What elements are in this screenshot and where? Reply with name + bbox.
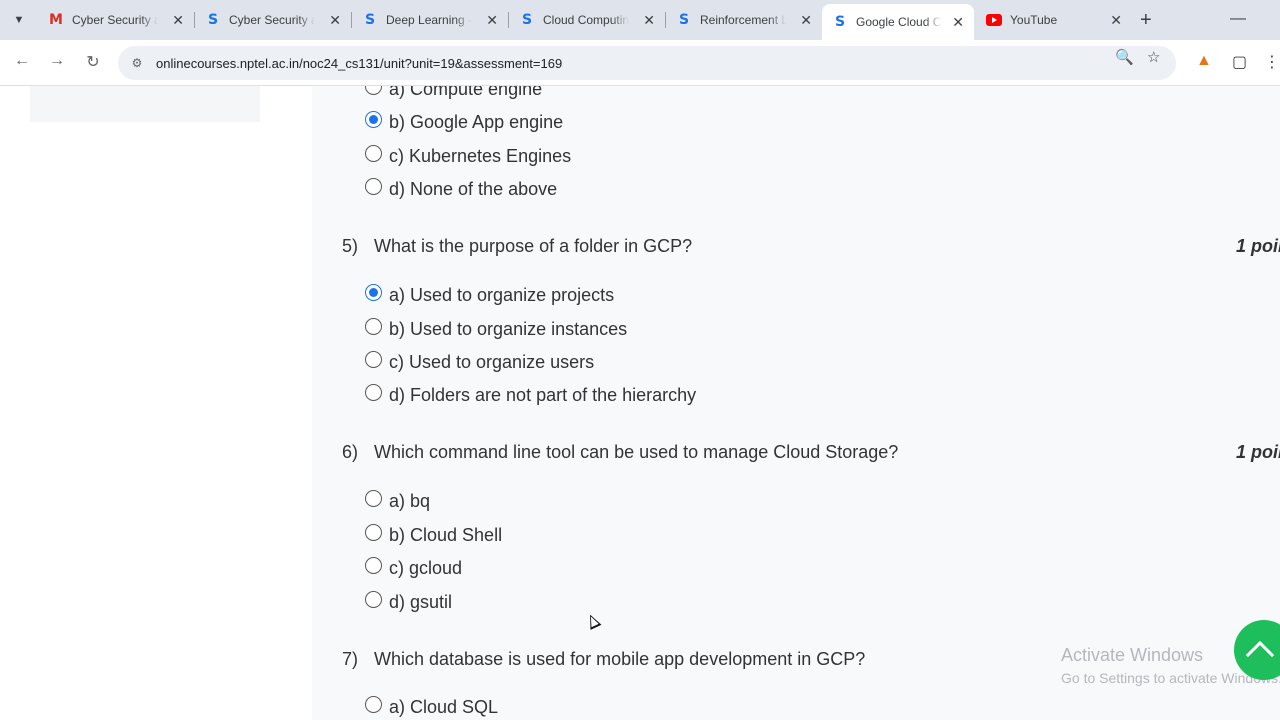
question-number: 7)	[342, 649, 359, 669]
sidebar-item	[30, 86, 260, 122]
question-text: Which database is used for mobile app de…	[374, 649, 866, 669]
site-info-icon[interactable]: ⚙	[128, 56, 146, 70]
tab-title: YouTube	[1010, 13, 1058, 27]
q7-option-a[interactable]: a) Cloud SQL	[365, 696, 499, 718]
tab-title: Cloud Computing	[543, 13, 629, 27]
radio-button-selected[interactable]	[365, 111, 382, 128]
q5-option-c[interactable]: c) Used to organize users	[365, 351, 595, 373]
close-icon[interactable]: ✕	[172, 12, 184, 29]
q5-option-a[interactable]: a) Used to organize projects	[365, 284, 615, 306]
swayam-icon: S	[364, 12, 376, 28]
tab-search-chevron-icon[interactable]: ▼	[8, 9, 30, 31]
tab-title: Reinforcement Learning	[700, 13, 786, 27]
swayam-icon: S	[207, 12, 219, 28]
forward-arrow-icon[interactable]: →	[47, 52, 67, 70]
radio-button[interactable]	[365, 490, 382, 507]
youtube-icon	[986, 12, 1002, 28]
tab-title: Cyber Security and Privacy	[229, 13, 315, 27]
address-bar[interactable]: ⚙ onlinecourses.nptel.ac.in/noc24_cs131/…	[118, 46, 1176, 80]
q4-option-d[interactable]: d) None of the above	[365, 178, 558, 200]
radio-button[interactable]	[365, 86, 382, 95]
back-arrow-icon[interactable]: ←	[12, 52, 32, 70]
option-label: c) gcloud	[389, 558, 463, 578]
new-tab-plus-icon[interactable]: +	[1140, 9, 1152, 31]
swayam-icon: S	[834, 14, 846, 30]
option-label: b) Used to organize instances	[389, 319, 628, 339]
option-label: a) Used to organize projects	[389, 285, 615, 305]
swayam-icon: S	[678, 12, 690, 28]
browser-toolbar: ← → ↻ ⚙ onlinecourses.nptel.ac.in/noc24_…	[0, 40, 1280, 86]
question-text: Which command line tool can be used to m…	[374, 442, 899, 462]
radio-button[interactable]	[365, 591, 382, 608]
tab-5-active[interactable]: S Google Cloud Computing Foundations ✕	[822, 4, 974, 40]
q6-option-b[interactable]: b) Cloud Shell	[365, 524, 503, 546]
question-6: 6) Which command line tool can be used t…	[342, 442, 898, 463]
url-text[interactable]: onlinecourses.nptel.ac.in/noc24_cs131/un…	[156, 56, 562, 71]
q4-option-c[interactable]: c) Kubernetes Engines	[365, 145, 572, 167]
q5-option-d[interactable]: d) Folders are not part of the hierarchy	[365, 384, 697, 406]
q6-option-a[interactable]: a) bq	[365, 490, 431, 512]
option-label: d) None of the above	[389, 179, 558, 199]
minimize-icon[interactable]: —	[1230, 10, 1246, 28]
radio-button[interactable]	[365, 318, 382, 335]
radio-button[interactable]	[365, 557, 382, 574]
swayam-icon: S	[521, 12, 533, 28]
question-points: 1 point	[1236, 442, 1280, 462]
question-points: 1 point	[1236, 236, 1280, 256]
metamask-fox-icon[interactable]: ▲	[1196, 52, 1212, 70]
option-label: a) Compute engine	[389, 86, 543, 99]
option-label: a) bq	[389, 491, 431, 511]
tab-title: Deep Learning - IIT Ropar	[386, 13, 472, 27]
close-icon[interactable]: ✕	[952, 14, 964, 31]
assessment-content: a) Compute engine b) Google App engine c…	[312, 86, 1280, 720]
option-label: c) Used to organize users	[389, 352, 595, 372]
option-label: c) Kubernetes Engines	[389, 146, 572, 166]
question-text: What is the purpose of a folder in GCP?	[374, 236, 693, 256]
extensions-puzzle-icon[interactable]: ▢	[1232, 52, 1247, 72]
tab-2[interactable]: S Deep Learning - IIT Ropar ✕	[352, 4, 508, 36]
radio-button[interactable]	[365, 351, 382, 368]
radio-button[interactable]	[365, 384, 382, 401]
left-sidebar	[0, 86, 312, 720]
more-menu-icon[interactable]: ⋮	[1264, 52, 1280, 72]
q6-option-d[interactable]: d) gsutil	[365, 591, 453, 613]
close-icon[interactable]: ✕	[800, 12, 812, 29]
reload-icon[interactable]: ↻	[83, 52, 103, 72]
option-label: a) Cloud SQL	[389, 697, 499, 717]
tab-0[interactable]: M Cyber Security and Privacy ✕	[38, 4, 194, 36]
tab-3[interactable]: S Cloud Computing ✕	[509, 4, 665, 36]
question-number: 5)	[342, 236, 359, 256]
option-label: d) gsutil	[389, 592, 453, 612]
close-icon[interactable]: ✕	[486, 12, 498, 29]
option-label: d) Folders are not part of the hierarchy	[389, 385, 697, 405]
radio-button[interactable]	[365, 696, 382, 713]
radio-button[interactable]	[365, 524, 382, 541]
bookmark-star-icon[interactable]: ☆	[1147, 48, 1160, 66]
tab-title: Cyber Security and Privacy	[72, 13, 158, 27]
question-5: 5) What is the purpose of a folder in GC…	[342, 236, 692, 257]
gmail-icon: M	[49, 12, 63, 28]
close-icon[interactable]: ✕	[643, 12, 655, 29]
q4-option-b[interactable]: b) Google App engine	[365, 111, 564, 133]
tab-4[interactable]: S Reinforcement Learning ✕	[666, 4, 822, 36]
option-label: b) Cloud Shell	[389, 525, 503, 545]
zoom-icon[interactable]: 🔍	[1115, 48, 1134, 66]
close-icon[interactable]: ✕	[329, 12, 341, 29]
q6-option-c[interactable]: c) gcloud	[365, 557, 463, 579]
tab-strip: ▼ M Cyber Security and Privacy ✕ S Cyber…	[0, 0, 1280, 40]
close-icon[interactable]: ✕	[1110, 12, 1122, 29]
question-number: 6)	[342, 442, 359, 462]
radio-button[interactable]	[365, 178, 382, 195]
q5-option-b[interactable]: b) Used to organize instances	[365, 318, 628, 340]
tab-1[interactable]: S Cyber Security and Privacy ✕	[195, 4, 351, 36]
chevron-up-icon	[1245, 640, 1275, 670]
option-label: b) Google App engine	[389, 112, 564, 132]
mouse-cursor-icon	[584, 612, 602, 630]
q4-option-a[interactable]: a) Compute engine	[365, 86, 542, 100]
tab-title: Google Cloud Computing Foundations	[856, 15, 942, 29]
radio-button[interactable]	[365, 145, 382, 162]
tab-6[interactable]: YouTube ✕	[976, 4, 1132, 36]
question-7: 7) Which database is used for mobile app…	[342, 649, 865, 670]
radio-button-selected[interactable]	[365, 284, 382, 301]
